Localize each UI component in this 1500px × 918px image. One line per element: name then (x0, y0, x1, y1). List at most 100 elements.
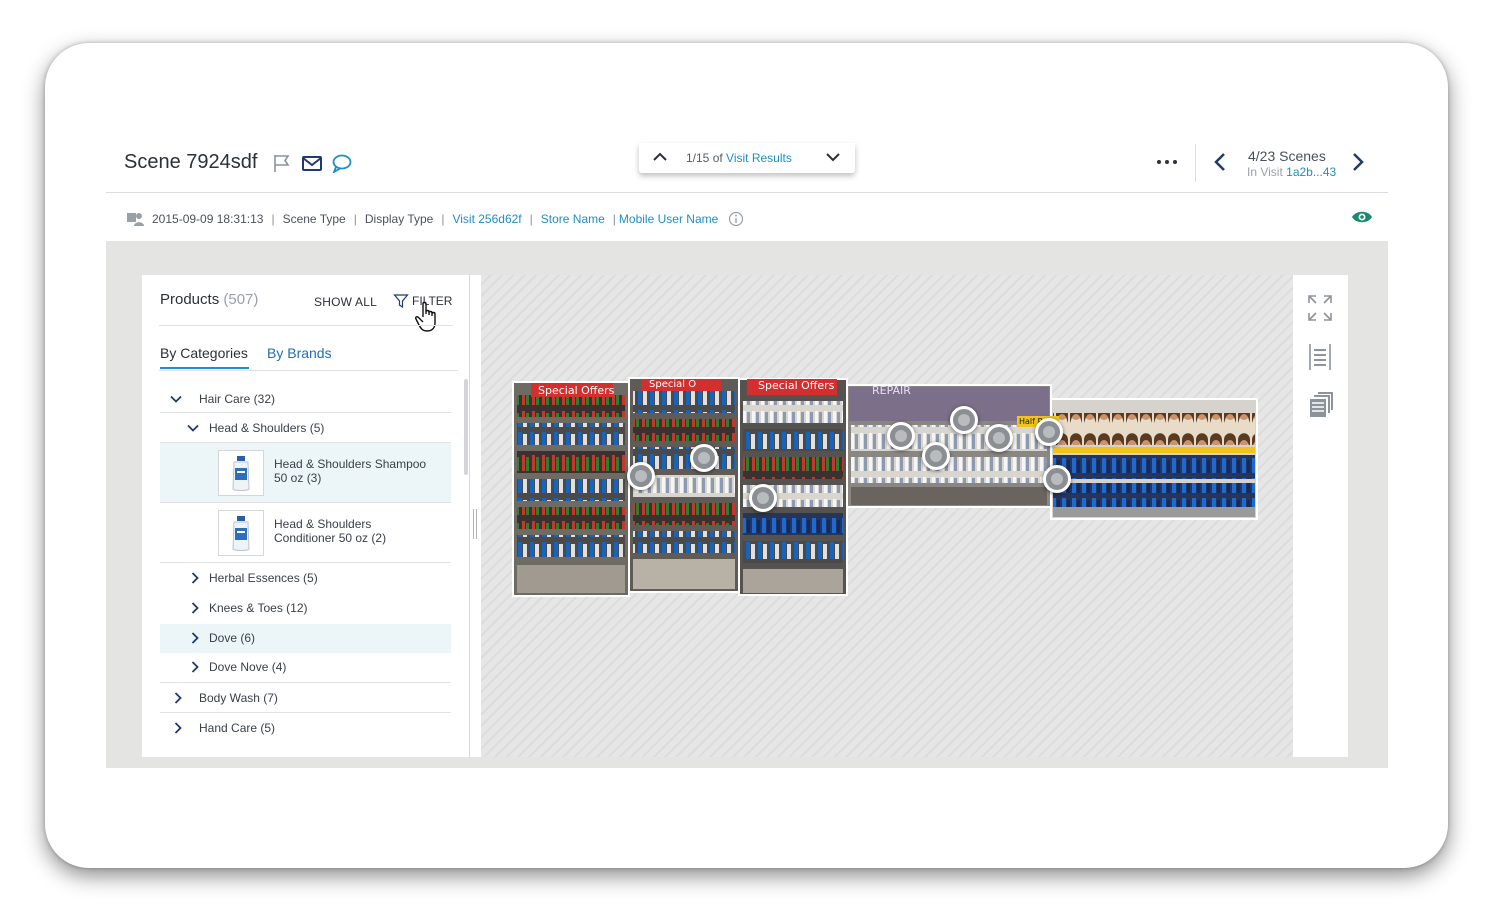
chevron-right-icon[interactable] (188, 601, 202, 615)
chevron-right-icon[interactable] (188, 631, 202, 645)
shelf-section-4 (846, 384, 1052, 508)
shelf-marker[interactable] (749, 484, 777, 512)
show-all-button[interactable]: SHOW ALL (314, 295, 377, 309)
shelf-section-1 (512, 381, 630, 597)
shelf-marker[interactable] (690, 444, 718, 472)
shelf-marker[interactable] (1035, 418, 1063, 446)
chevron-right-icon[interactable] (171, 691, 185, 705)
header-divider (1195, 144, 1196, 182)
product-thumbnail (218, 510, 264, 556)
chevron-up-icon[interactable] (651, 149, 669, 165)
app-window: Scene 7924sdf 1/15 of Visit Results 4/23… (45, 43, 1448, 868)
tree-item-herbal-essences[interactable]: Herbal Essences (5) (160, 563, 451, 593)
shelf-marker[interactable] (887, 422, 915, 450)
shelf-photo-stitched (512, 377, 1258, 597)
tab-by-brands[interactable]: By Brands (267, 345, 332, 361)
conditioner-bottle-icon (232, 516, 250, 551)
scene-meta-row: 2015-09-09 18:31:13 | Scene Type | Displ… (126, 209, 744, 229)
product-name: Head & Shoulders Shampoo 50 oz (3) (274, 457, 427, 485)
scene-type: Scene Type (282, 212, 346, 226)
chevron-down-icon[interactable] (169, 392, 183, 406)
shelf-label: Special Offers (758, 379, 835, 392)
info-icon[interactable] (728, 211, 744, 227)
hand-cursor-icon (415, 301, 436, 332)
shelf-marker[interactable] (627, 462, 655, 490)
shelf-label: REPAIR (872, 384, 911, 397)
results-position-text: 1/15 of (686, 151, 723, 165)
visit-results-link[interactable]: Visit Results (726, 151, 792, 165)
tab-by-categories[interactable]: By Categories (160, 345, 248, 361)
mobile-user-link[interactable]: Mobile User Name (619, 212, 718, 226)
tree-item-head-shoulders[interactable]: Head & Shoulders (5) (160, 414, 451, 443)
scene-canvas[interactable]: Special Offers Special O Special Offers … (481, 275, 1293, 757)
tree-item-dove[interactable]: Dove (6) (160, 624, 451, 653)
product-item[interactable]: Head & Shoulders Shampoo 50 oz (3) (160, 443, 451, 503)
shelf-marker[interactable] (922, 442, 950, 470)
list-view-icon[interactable] (1306, 342, 1334, 372)
chevron-right-icon[interactable] (188, 571, 202, 585)
tree-item-hand-care[interactable]: Hand Care (5) (160, 713, 451, 743)
meta-separator: | (441, 212, 445, 226)
product-item[interactable]: Head & Shoulders Conditioner 50 oz (2) (160, 503, 451, 563)
mail-icon[interactable] (301, 153, 323, 173)
resize-handle[interactable] (473, 509, 477, 539)
chevron-right-icon[interactable] (171, 721, 185, 735)
tree-item-label: Herbal Essences (5) (209, 571, 318, 585)
chevron-right-icon[interactable] (188, 660, 202, 674)
tree-scrollbar[interactable] (464, 379, 468, 475)
scene-datetime: 2015-09-09 18:31:13 (152, 212, 264, 226)
shelf-marker[interactable] (985, 424, 1013, 452)
visit-results-navigator: 1/15 of Visit Results (639, 143, 855, 173)
filter-icon (393, 294, 409, 309)
next-scene-icon[interactable] (1349, 151, 1367, 173)
scene-title: Scene 7924sdf (124, 151, 258, 173)
header-divider-line (106, 192, 1388, 193)
previous-scene-icon[interactable] (1211, 151, 1229, 173)
product-thumbnail (218, 450, 264, 496)
product-name: Head & Shoulders Conditioner 50 oz (2) (274, 517, 387, 545)
meta-separator: | (529, 212, 533, 226)
scenes-count: 4/23 Scenes (1248, 148, 1326, 164)
tree-item-label: Dove Nove (4) (209, 660, 287, 674)
scenes-visit-info: In Visit 1a2b...43 (1247, 165, 1336, 179)
tree-item-label: Head & Shoulders (5) (209, 421, 325, 435)
shelf-label: Special Offers (538, 384, 615, 397)
scene-workspace: Products (507) SHOW ALL FILTER By Catego… (106, 241, 1388, 768)
products-title-text: Products (160, 291, 220, 308)
visit-link[interactable]: Visit 256d62f (452, 212, 521, 226)
shelf-label: Special O (649, 379, 697, 390)
user-device-icon (127, 213, 144, 226)
products-title: Products (507) (160, 291, 258, 308)
store-name-link[interactable]: Store Name (541, 212, 605, 226)
tree-item-label: Body Wash (7) (199, 691, 278, 705)
chevron-down-icon[interactable] (824, 149, 842, 165)
products-count: (507) (223, 291, 259, 308)
eye-icon[interactable] (1351, 209, 1373, 225)
tree-item-knees-toes[interactable]: Knees & Toes (12) (160, 593, 451, 623)
shampoo-bottle-icon (232, 456, 250, 491)
tree-item-dove-nove[interactable]: Dove Nove (4) (160, 653, 451, 683)
fullscreen-icon[interactable] (1306, 293, 1334, 323)
tree-item-label: Hand Care (5) (199, 721, 276, 735)
shelf-section-5 (1050, 398, 1258, 520)
chevron-down-icon[interactable] (186, 421, 200, 435)
comment-icon[interactable] (331, 153, 353, 173)
tree-item-body-wash[interactable]: Body Wash (7) (160, 683, 451, 713)
report-stack-icon[interactable] (1306, 389, 1334, 419)
tree-item-hair-care[interactable]: Hair Care (32) (160, 383, 451, 413)
meta-separator: | (612, 212, 616, 226)
meta-separator: | (271, 212, 275, 226)
panel-splitter (469, 275, 470, 757)
tree-item-label: Dove (6) (209, 631, 256, 645)
flag-icon[interactable] (271, 153, 293, 173)
meta-separator: | (353, 212, 357, 226)
in-visit-label: In Visit (1247, 165, 1283, 179)
more-options-icon[interactable] (1155, 150, 1179, 174)
visit-short-link[interactable]: 1a2b...43 (1286, 165, 1336, 179)
active-tab-indicator (160, 367, 249, 369)
shelf-marker[interactable] (1043, 465, 1071, 493)
results-position: 1/15 of Visit Results (686, 151, 792, 165)
products-panel: Products (507) SHOW ALL FILTER By Catego… (142, 275, 481, 757)
tree-item-label: Hair Care (32) (199, 392, 276, 406)
shelf-marker[interactable] (950, 406, 978, 434)
